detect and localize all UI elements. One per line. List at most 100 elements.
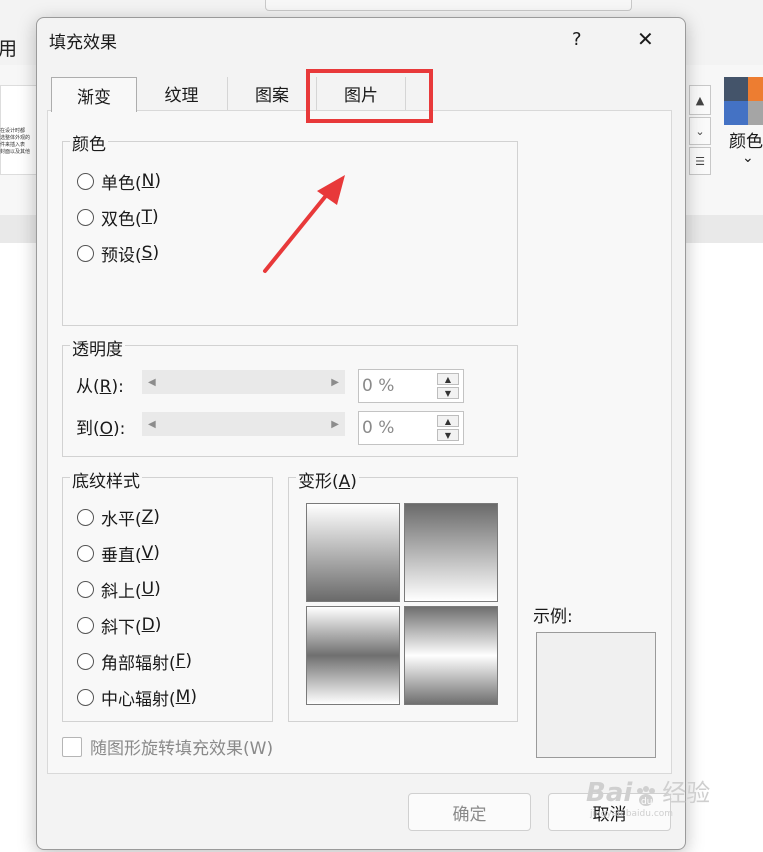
one-color-accesskey: N <box>141 171 155 191</box>
slider-right-arrow-icon[interactable]: ▶ <box>331 419 339 430</box>
horizontal-accesskey: Z <box>141 507 154 527</box>
rotate-with-shape-checkbox[interactable]: 随图形旋转填充效果(W) <box>62 734 273 759</box>
gallery-more-button[interactable]: ☰ <box>689 147 711 175</box>
to-label: 到(O): <box>76 414 125 439</box>
shading-styles-label: 底纹样式 <box>70 467 142 492</box>
watermark-suffix: 经验 <box>662 779 711 807</box>
diagonal-up-label: 斜上( <box>101 581 142 602</box>
watermark-brand: Bai <box>586 778 633 808</box>
variant-2[interactable] <box>404 503 498 602</box>
checkbox-box <box>62 736 82 757</box>
color-scheme-swatch[interactable] <box>724 77 763 125</box>
tab-pattern-label: 图案 <box>255 86 289 106</box>
swatch-orange <box>748 77 763 101</box>
ribbon-tab-fragment[interactable]: 用 <box>0 34 17 61</box>
close-button[interactable]: ✕ <box>637 27 654 51</box>
to-spin-buttons: ▲ ▼ <box>437 415 459 441</box>
highlight-box <box>306 69 433 123</box>
swatch-dark <box>724 77 748 101</box>
preset-label-end: ) <box>152 243 160 263</box>
to-label-end: ): <box>113 419 126 439</box>
horizontal-label-end: ) <box>153 507 160 527</box>
from-center-label-end: ) <box>190 687 197 707</box>
from-spin-buttons: ▲ ▼ <box>437 373 459 399</box>
radio-circle <box>77 244 94 262</box>
gallery-scroll-down-button[interactable]: ⌄ <box>689 117 711 145</box>
spin-up-icon[interactable]: ▲ <box>437 373 459 385</box>
tab-gradient[interactable]: 渐变 <box>51 77 137 112</box>
spin-up-icon[interactable]: ▲ <box>437 415 459 427</box>
watermark: Bai du 经验 jingyan.baidu.com <box>586 773 710 819</box>
spin-down-icon[interactable]: ▼ <box>437 387 459 399</box>
svg-text:du: du <box>641 797 652 807</box>
watermark-url: jingyan.baidu.com <box>590 808 674 819</box>
spin-down-icon[interactable]: ▼ <box>437 429 459 441</box>
from-corner-radio[interactable]: 角部辐射(F) <box>77 649 193 674</box>
tab-pattern[interactable]: 图案 <box>228 77 317 110</box>
horizontal-radio[interactable]: 水平(Z) <box>77 505 160 530</box>
diagonal-up-label-end: ) <box>154 579 161 599</box>
gallery-scroll-up-button[interactable]: ▲ <box>689 85 711 115</box>
radio-circle <box>77 172 94 190</box>
to-slider[interactable]: ◀ ▶ <box>142 412 345 436</box>
vertical-radio[interactable]: 垂直(V) <box>77 541 160 566</box>
radio-circle <box>77 688 94 706</box>
help-button[interactable]: ? <box>572 29 582 50</box>
one-color-radio[interactable]: 单色(N) <box>77 169 161 194</box>
from-label: 从(R): <box>76 372 124 397</box>
variant-1[interactable] <box>306 503 400 602</box>
two-colors-radio[interactable]: 双色(T) <box>77 205 159 230</box>
from-corner-label: 角部辐射( <box>101 653 176 674</box>
radio-circle <box>77 652 94 670</box>
one-color-label: 单色( <box>101 173 142 194</box>
two-colors-label-end: ) <box>152 207 159 227</box>
diagonal-down-accesskey: D <box>141 615 155 635</box>
ok-button[interactable]: 确定 <box>408 793 531 831</box>
variants-accesskey: A <box>338 472 351 492</box>
diagonal-down-radio[interactable]: 斜下(D) <box>77 613 161 638</box>
radio-circle <box>77 616 94 634</box>
from-value: 0 % <box>362 376 395 396</box>
vertical-label-end: ) <box>153 543 160 563</box>
preset-accesskey: S <box>141 243 153 263</box>
tab-gradient-label: 渐变 <box>77 87 111 108</box>
variants-label-end: ) <box>350 472 357 492</box>
to-spinbox[interactable]: 0 % ▲ ▼ <box>358 411 464 445</box>
variant-4[interactable] <box>404 606 498 705</box>
from-label-text: 从( <box>76 377 100 397</box>
swatch-grey <box>748 101 763 125</box>
rotate-with-shape-label: 随图形旋转填充效果(W) <box>90 739 274 759</box>
vertical-accesskey: V <box>141 543 154 563</box>
tab-texture-label: 纹理 <box>164 86 199 106</box>
slider-left-arrow-icon[interactable]: ◀ <box>148 419 156 430</box>
from-accesskey: R <box>99 377 112 397</box>
diagonal-down-label: 斜下( <box>101 617 142 638</box>
from-spinbox[interactable]: 0 % ▲ ▼ <box>358 369 464 403</box>
theme-thumbnail-text: 在设计时都 选整体外观的 件来插入表 封面以及其他 <box>0 128 31 155</box>
from-slider[interactable]: ◀ ▶ <box>142 370 345 394</box>
paw-icon: du <box>632 785 662 809</box>
diagonal-up-accesskey: U <box>141 579 155 599</box>
variants-label: 变形(A) <box>296 467 359 492</box>
slider-left-arrow-icon[interactable]: ◀ <box>148 377 156 388</box>
variant-3[interactable] <box>306 606 400 705</box>
radio-circle <box>77 508 94 526</box>
from-corner-label-end: ) <box>185 651 193 671</box>
transparency-group-label: 透明度 <box>70 335 125 360</box>
slider-right-arrow-icon[interactable]: ▶ <box>331 377 339 388</box>
tab-texture[interactable]: 纹理 <box>136 77 228 110</box>
preset-radio[interactable]: 预设(S) <box>77 241 160 266</box>
from-center-radio[interactable]: 中心辐射(M) <box>77 685 197 710</box>
colors-button-label[interactable]: 颜色 <box>729 127 763 152</box>
from-label-end: ): <box>111 377 124 397</box>
from-corner-accesskey: F <box>175 651 186 671</box>
from-center-accesskey: M <box>175 687 191 707</box>
two-colors-accesskey: T <box>141 207 153 227</box>
to-value: 0 % <box>362 418 395 438</box>
swatch-blue <box>724 101 748 125</box>
from-center-label: 中心辐射( <box>101 689 176 710</box>
diagonal-up-radio[interactable]: 斜上(U) <box>77 577 161 602</box>
chevron-down-icon: ⌄ <box>742 150 754 166</box>
app-search-box[interactable] <box>265 0 632 11</box>
red-arrow-icon <box>263 175 345 273</box>
